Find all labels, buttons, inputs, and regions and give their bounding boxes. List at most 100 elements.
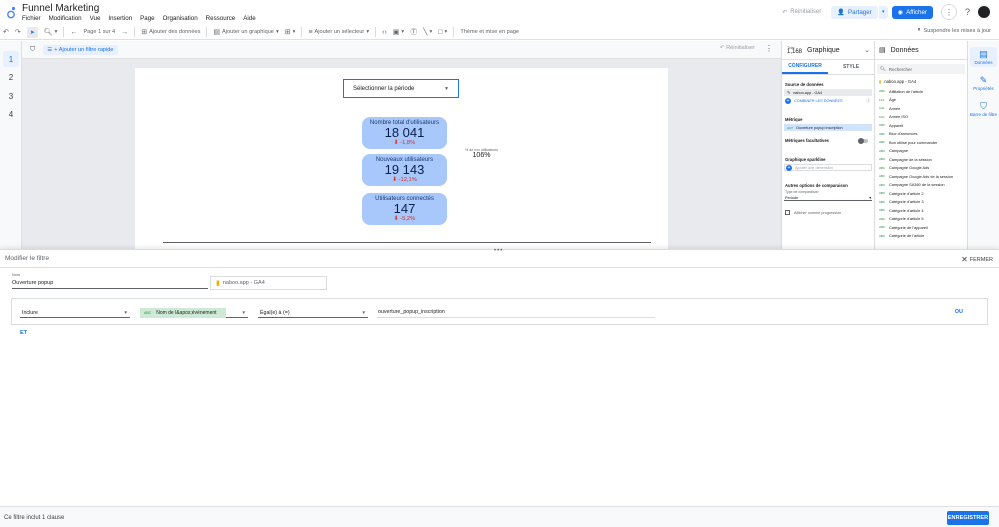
page-4-tab[interactable]: 4 xyxy=(3,106,19,122)
save-button[interactable]: ENREGISTRER xyxy=(947,511,989,525)
list-item[interactable]: ABC Campagne xyxy=(879,147,967,156)
community-viz-button[interactable]: ⊞ ▾ xyxy=(282,28,299,36)
more-options-icon[interactable]: ⋮ xyxy=(940,4,957,20)
list-item[interactable]: ABC Catégorie d'article 3 xyxy=(879,198,967,207)
add-chart-button[interactable]: ▤ Ajouter un graphique ▾ xyxy=(210,28,281,36)
checkbox[interactable] xyxy=(785,210,790,215)
scorecard-total-users[interactable]: Nombre total d'utilisateurs 18 041 ⬇ -1,… xyxy=(362,117,447,149)
add-data-button[interactable]: ⊞ Ajouter des données xyxy=(138,28,203,36)
line-icon[interactable]: ╲ ▾ xyxy=(420,28,435,36)
metric-chip[interactable]: AUT Ouverture popup inscription xyxy=(784,124,872,131)
looker-studio-logo-icon[interactable] xyxy=(7,6,17,19)
list-item[interactable]: CAL Année xyxy=(879,104,967,113)
tab-style[interactable]: STYLE xyxy=(828,60,874,74)
list-item[interactable]: ABC Catégorie d'article 2 xyxy=(879,189,967,198)
data-source-header[interactable]: ▮ naboo.app - GA4 xyxy=(875,76,967,86)
menu-insertion[interactable]: Insertion xyxy=(108,15,132,22)
text-icon[interactable]: Ⓣ xyxy=(407,27,420,37)
page-3-tab[interactable]: 3 xyxy=(3,88,19,104)
dimension-dropdown[interactable]: ▼ xyxy=(226,308,248,318)
add-dimension-field[interactable]: + Ajouter une dimension xyxy=(784,164,872,171)
rail-data-tab[interactable]: ▤ Données xyxy=(970,47,997,67)
section-sparkline: Graphique sparkline xyxy=(785,157,826,162)
list-item[interactable]: ABC Campagne de la session xyxy=(879,155,967,164)
include-exclude-select[interactable]: Inclure ▼ xyxy=(20,308,130,318)
more-vertical-icon[interactable]: ⋮ xyxy=(765,44,773,53)
list-item[interactable]: ABC Campagne SA360 de la session xyxy=(879,181,967,190)
page-1-tab[interactable]: 1 xyxy=(3,51,19,67)
filter-icon[interactable]: ⛉ xyxy=(30,46,35,54)
match-value-input[interactable]: ouverture_popup_inscription xyxy=(377,308,655,318)
next-page-icon[interactable]: → xyxy=(118,29,131,36)
undo-icon[interactable]: ↶ xyxy=(0,28,12,36)
filterbar-reset-button[interactable]: ↶ Réinitialiser xyxy=(720,45,755,51)
add-or-clause-button[interactable]: OU xyxy=(955,309,963,315)
help-icon[interactable]: ? xyxy=(965,7,970,17)
page-2-tab[interactable]: 2 xyxy=(3,69,19,85)
list-item[interactable]: ABC Campagne Google Ads xyxy=(879,164,967,173)
data-source-chip[interactable]: ✎ naboo.app - GA4 xyxy=(784,89,872,96)
list-item[interactable]: CAL Année ISO xyxy=(879,113,967,122)
zoom-icon[interactable]: 🔍︎ ▾ xyxy=(41,28,61,36)
menu-bar: Fichier Modification Vue Insertion Page … xyxy=(22,15,256,22)
menu-aide[interactable]: Aide xyxy=(243,15,255,22)
chevron-down-icon[interactable]: ⌄ xyxy=(864,46,870,54)
date-range-picker[interactable]: Sélectionner la période ▼ xyxy=(343,79,459,98)
list-item[interactable]: ABC Affiliation de l'article xyxy=(879,87,967,96)
eye-icon: ◉ xyxy=(897,8,904,16)
code-embed-icon[interactable]: ‹› xyxy=(379,29,390,36)
reset-button[interactable]: ↶ Réinitialiser xyxy=(782,9,821,16)
section-metric: Métrique xyxy=(785,117,803,122)
divider-line[interactable] xyxy=(163,242,651,243)
show-progress-option[interactable]: Afficher comme progression xyxy=(784,210,872,215)
chart-type-thumbnail[interactable]: Total 1,168 xyxy=(787,46,802,55)
pause-updates-button[interactable]: ⏸ Suspendre les mises à jour xyxy=(918,27,992,34)
filter-name-input[interactable]: Ouverture popup xyxy=(12,278,208,289)
avatar[interactable] xyxy=(978,6,990,18)
tab-configure[interactable]: CONFIGURER xyxy=(782,60,828,74)
share-menu-caret[interactable]: ▾ xyxy=(878,5,888,19)
blend-data-button[interactable]: + COMBINER LES DONNÉES ⓘ xyxy=(784,97,872,105)
dimension-chip[interactable]: ABC Nom de l&apos;événement xyxy=(140,308,226,318)
list-item[interactable]: ABC Bloc d'annonces xyxy=(879,130,967,139)
menu-organisation[interactable]: Organisation xyxy=(163,15,198,22)
operator-select[interactable]: Égal(e) à (=) ▼ xyxy=(258,308,368,318)
redo-icon[interactable]: ↷ xyxy=(12,28,24,36)
add-and-clause-button[interactable]: ET xyxy=(20,330,27,336)
view-button[interactable]: ◉ Afficher xyxy=(891,5,933,19)
menu-modification[interactable]: Modification xyxy=(49,15,82,22)
list-item[interactable]: ABC Catégorie de l'article xyxy=(879,232,967,241)
menu-vue[interactable]: Vue xyxy=(90,15,101,22)
edit-pencil-icon[interactable]: ✎ xyxy=(787,90,790,95)
list-item[interactable]: 123 Âge xyxy=(879,96,967,105)
image-icon[interactable]: ▣ ▾ xyxy=(390,28,407,36)
prev-page-icon[interactable]: ← xyxy=(67,29,80,36)
scorecard-logged-users[interactable]: Utilisateurs connectés 147 ⬇ -5,2% xyxy=(362,193,447,225)
new-users-ratio-scorecard[interactable]: % de nvx utilisateurs 106% xyxy=(465,148,498,159)
theme-layout-button[interactable]: Thème et mise en page xyxy=(457,29,522,35)
list-item[interactable]: ABC Appareil xyxy=(879,121,967,130)
shape-icon[interactable]: □ ▾ xyxy=(435,29,450,36)
share-button[interactable]: 👤 Partager xyxy=(831,5,878,19)
add-quick-filter-button[interactable]: ☰ + Ajouter un filtre rapide xyxy=(43,44,118,55)
menu-ressource[interactable]: Ressource xyxy=(206,15,236,22)
select-cursor-icon[interactable]: ➤ xyxy=(26,26,38,38)
list-item[interactable]: ABC Catégorie de l'appareil xyxy=(879,223,967,232)
arrow-down-icon: ⬇ xyxy=(393,140,399,146)
rail-filter-bar-tab[interactable]: ⛉ Barre de filtre xyxy=(970,101,997,117)
field-search-input[interactable]: 🔍︎ Rechercher xyxy=(877,64,965,74)
list-item[interactable]: ABC Bon utilisé pour commander xyxy=(879,138,967,147)
optional-metrics-toggle[interactable] xyxy=(858,137,868,144)
list-item[interactable]: ABC Campagne Google Ads de la session xyxy=(879,172,967,181)
close-button[interactable]: ✕ FERMER xyxy=(961,255,993,264)
report-title[interactable]: Funnel Marketing xyxy=(22,3,99,14)
chart-properties-panel: Total 1,168 Graphique ⌄ CONFIGURER STYLE… xyxy=(781,41,875,249)
menu-page[interactable]: Page xyxy=(140,15,154,22)
comparison-type-select[interactable]: Période ▼ xyxy=(784,195,872,201)
rail-properties-tab[interactable]: ✎ Propriétés xyxy=(970,75,997,91)
list-item[interactable]: ABC Catégorie d'article 4 xyxy=(879,206,967,215)
add-control-button[interactable]: ≡ Ajouter un sélecteur ▾ xyxy=(305,29,372,36)
menu-fichier[interactable]: Fichier xyxy=(22,15,41,22)
list-item[interactable]: ABC Catégorie d'article 5 xyxy=(879,215,967,224)
scorecard-new-users[interactable]: Nouveaux utilisateurs 19 143 ⬇ -12,1% xyxy=(362,154,447,186)
